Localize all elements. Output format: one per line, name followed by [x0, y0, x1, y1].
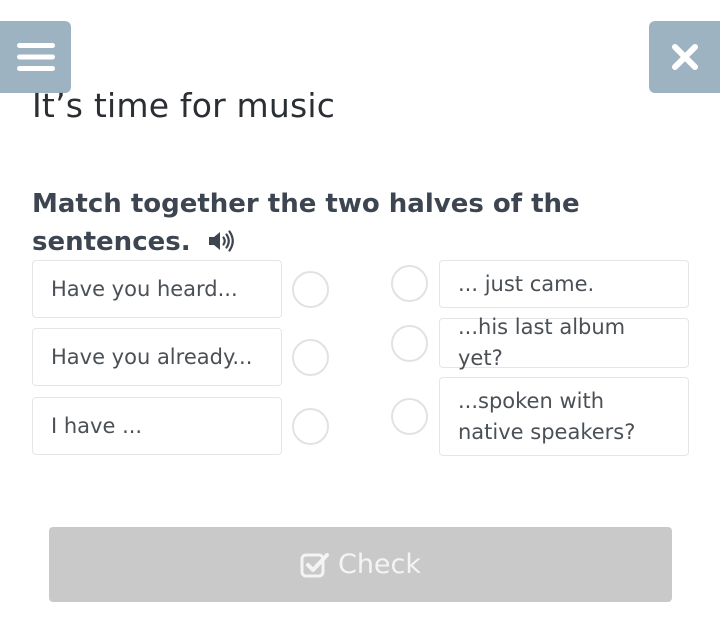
right-item-1-radio[interactable] — [391, 265, 428, 302]
right-item-1-label: ... just came. — [458, 271, 595, 296]
check-square-icon — [300, 551, 330, 579]
left-item-2-radio[interactable] — [292, 339, 329, 376]
right-item-3-label: ...spoken with native speakers? — [458, 388, 636, 444]
right-item-2-label: ...his last album yet? — [458, 315, 626, 370]
instruction-text: Match together the two halves of the sen… — [32, 185, 592, 261]
right-item-2-radio[interactable] — [391, 325, 428, 362]
right-item-2[interactable]: ...his last album yet? — [439, 315, 689, 370]
page-title: It’s time for music — [32, 86, 336, 125]
right-item-1[interactable]: ... just came. — [439, 260, 689, 308]
right-item-3[interactable]: ...spoken with native speakers? — [439, 377, 689, 456]
check-button-label: Check — [337, 549, 422, 580]
left-item-2-label: Have you already... — [51, 344, 253, 369]
left-item-1-label: Have you heard... — [51, 276, 238, 301]
right-item-3-radio[interactable] — [391, 398, 428, 435]
left-item-3[interactable]: I have ... — [32, 397, 282, 455]
left-item-1[interactable]: Have you heard... — [32, 260, 282, 318]
left-item-1-radio[interactable] — [292, 271, 329, 308]
check-button[interactable]: Check — [49, 527, 672, 602]
instruction-label: Match together the two halves of the sen… — [32, 189, 580, 257]
close-icon — [671, 44, 698, 70]
left-item-3-radio[interactable] — [292, 408, 329, 445]
menu-button[interactable] — [0, 21, 71, 93]
close-button[interactable] — [649, 21, 720, 93]
left-item-2[interactable]: Have you already... — [32, 328, 282, 386]
left-item-3-label: I have ... — [51, 413, 143, 438]
speaker-icon[interactable] — [207, 229, 235, 253]
hamburger-menu-icon — [16, 43, 55, 71]
